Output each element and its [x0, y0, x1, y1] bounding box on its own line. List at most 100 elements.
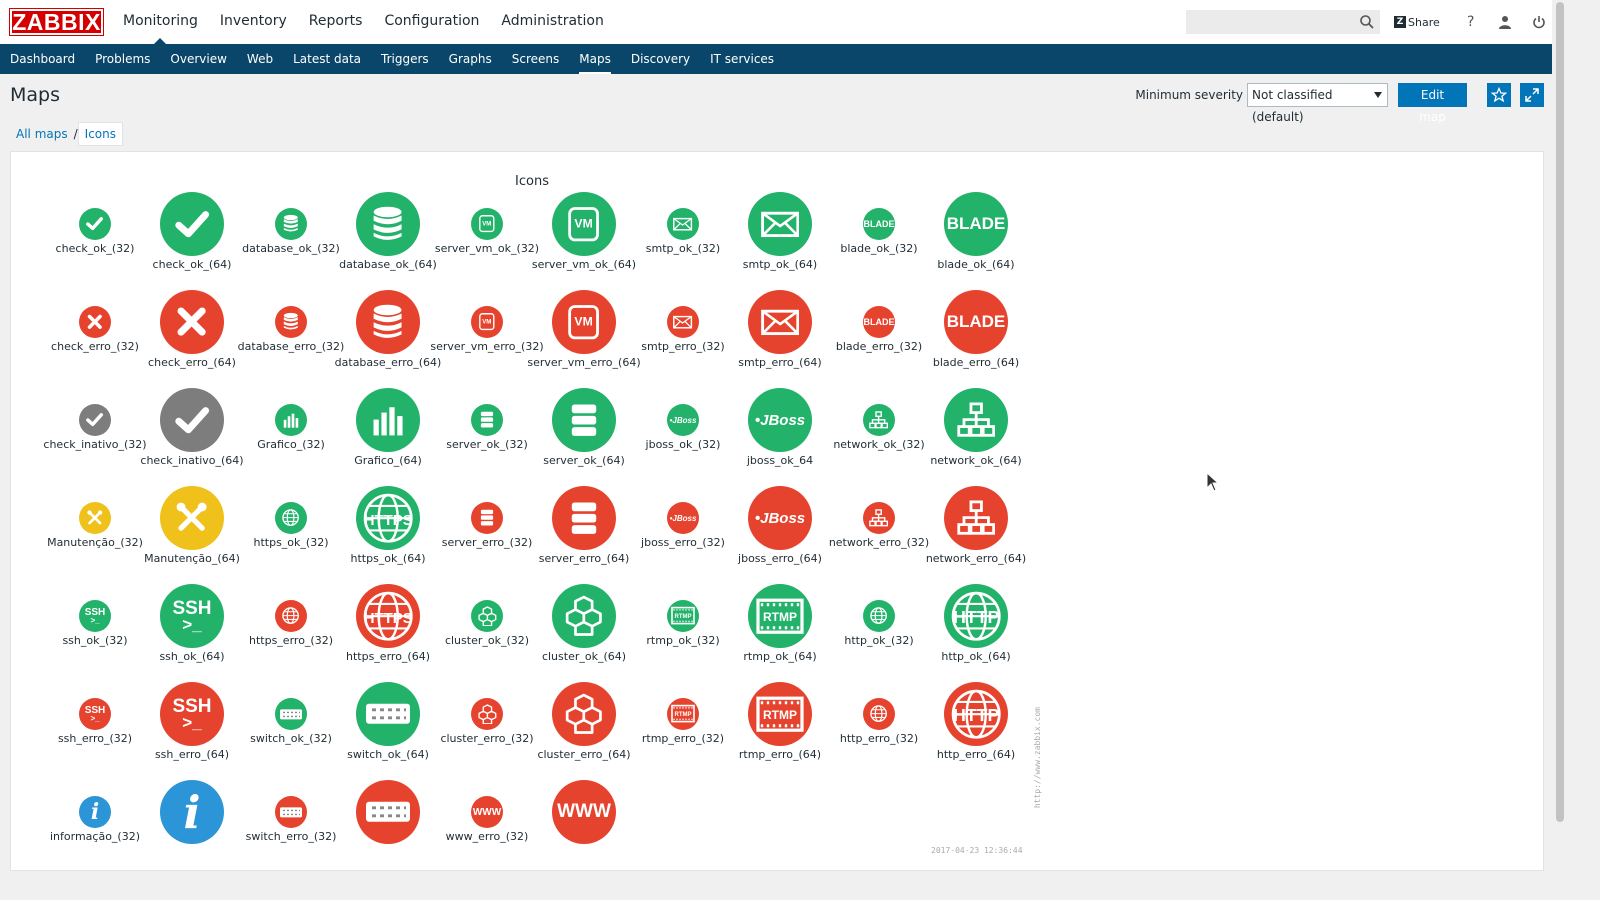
map-element-label: smtp_ok_(64) — [742, 258, 818, 271]
map-element-label: check_ok_(64) — [152, 258, 232, 271]
map-element-label: ssh_ok_(32) — [62, 634, 128, 647]
breadcrumb: All maps / Icons — [10, 122, 123, 146]
cluster-icon — [552, 682, 616, 746]
fullscreen-button[interactable] — [1520, 83, 1544, 107]
database-icon — [356, 192, 420, 256]
map-element-label: smtp_erro_(64) — [738, 356, 822, 369]
search-icon[interactable] — [1359, 14, 1375, 30]
menu-configuration[interactable]: Configuration — [373, 0, 490, 44]
rtmp-icon: RTMP — [748, 682, 812, 746]
rtmp-icon: RTMP — [667, 698, 699, 730]
menu-administration[interactable]: Administration — [490, 0, 614, 44]
menu-inventory[interactable]: Inventory — [209, 0, 298, 44]
submenu-dashboard[interactable]: Dashboard — [0, 44, 85, 74]
svg-text:HTTPS: HTTPS — [364, 512, 413, 529]
vm-icon: VM — [552, 290, 616, 354]
svg-text:VM: VM — [482, 319, 491, 326]
map-element-label: jboss_erro_(64) — [738, 552, 822, 565]
switch-icon — [356, 682, 420, 746]
map-element-label: rtmp_ok_(32) — [646, 634, 720, 647]
help-icon[interactable]: ? — [1454, 0, 1488, 44]
map-element[interactable]: HTTP http_erro_(64) — [906, 682, 1046, 761]
map-element-label: switch_ok_(64) — [347, 748, 429, 761]
mouse-cursor-icon — [1206, 472, 1220, 492]
network-icon — [944, 388, 1008, 452]
map-watermark: http://www.zabbix.com — [1033, 707, 1042, 809]
info-icon: i — [79, 796, 111, 828]
envelope-icon — [667, 306, 699, 338]
map-element-label: rtmp_erro_(64) — [738, 748, 822, 761]
map-element-label: network_ok_(64) — [930, 454, 1022, 467]
map-timestamp: 2017-04-23 12:36:44 — [931, 846, 1023, 855]
submenu-overview[interactable]: Overview — [160, 44, 237, 74]
map-element-label: https_erro_(64) — [346, 650, 430, 663]
map-element[interactable]: WWW — [514, 780, 654, 844]
svg-text:RTMP: RTMP — [763, 708, 797, 722]
map-element-label: ssh_ok_(64) — [159, 650, 225, 663]
ssh-icon: SSH >_ — [160, 584, 224, 648]
menu-monitoring[interactable]: Monitoring — [112, 0, 209, 44]
map-element-label: database_ok_(64) — [339, 258, 437, 271]
server-icon — [552, 388, 616, 452]
submenu-it-services[interactable]: IT services — [700, 44, 784, 74]
submenu-problems[interactable]: Problems — [85, 44, 160, 74]
map-element-label: http_ok_(64) — [941, 650, 1011, 663]
sub-menu: Dashboard Problems Overview Web Latest d… — [0, 44, 1552, 74]
rtmp-icon: RTMP — [748, 584, 812, 648]
submenu-discovery[interactable]: Discovery — [621, 44, 700, 74]
submenu-screens[interactable]: Screens — [502, 44, 570, 74]
submenu-web[interactable]: Web — [237, 44, 283, 74]
database-icon — [356, 290, 420, 354]
jboss-icon: •JBoss — [667, 502, 699, 534]
ssh-icon: SSH >_ — [79, 600, 111, 632]
search-input[interactable] — [1187, 11, 1357, 33]
jboss-icon: •JBoss — [748, 388, 812, 452]
search-box — [1186, 10, 1380, 34]
network-icon — [863, 404, 895, 436]
map-element-label: ssh_erro_(32) — [57, 732, 133, 745]
map-element-label: check_erro_(64) — [148, 356, 236, 369]
globe-icon — [863, 600, 895, 632]
envelope-icon — [667, 208, 699, 240]
server-icon — [471, 404, 503, 436]
map-element-label: http_erro_(64) — [936, 748, 1016, 761]
page-scrollbar[interactable] — [1552, 0, 1568, 900]
zabbix-share-icon: Z — [1394, 16, 1406, 28]
database-icon — [275, 208, 307, 240]
svg-text:HTTP: HTTP — [953, 607, 999, 627]
http-icon: HTTP — [944, 584, 1008, 648]
breadcrumb-current-map[interactable]: Icons — [77, 122, 123, 146]
submenu-triggers[interactable]: Triggers — [371, 44, 439, 74]
menu-reports[interactable]: Reports — [298, 0, 374, 44]
map-element[interactable]: BLADE blade_ok_(64) — [906, 192, 1046, 271]
map-element[interactable]: network_ok_(64) — [906, 388, 1046, 467]
star-icon — [1491, 87, 1507, 103]
min-severity-select[interactable]: Not classified (default) — [1247, 83, 1388, 124]
page-title: Maps — [10, 84, 60, 106]
zabbix-logo[interactable]: ZABBIX — [10, 9, 103, 35]
map-element-label: https_ok_(64) — [350, 552, 426, 565]
page-controls: Minimum severity Not classified (default… — [1135, 83, 1544, 124]
submenu-latest-data[interactable]: Latest data — [283, 44, 371, 74]
map-element-label: blade_erro_(64) — [932, 356, 1020, 369]
bar-chart-icon — [275, 404, 307, 436]
map-element[interactable]: network_erro_(64) — [906, 486, 1046, 565]
map-element[interactable]: HTTP http_ok_(64) — [906, 584, 1046, 663]
scrollbar-thumb[interactable] — [1556, 2, 1564, 822]
breadcrumb-all-maps[interactable]: All maps — [10, 123, 74, 145]
edit-map-button[interactable]: Edit map — [1398, 83, 1467, 124]
map-element-label: server_ok_(64) — [543, 454, 625, 467]
sign-out-icon[interactable] — [1522, 0, 1556, 44]
add-to-favourites-button[interactable] — [1487, 83, 1511, 107]
blade-icon: BLADE — [863, 208, 895, 240]
globe-icon — [275, 600, 307, 632]
rtmp-icon: RTMP — [667, 600, 699, 632]
map-element[interactable]: BLADE blade_erro_(64) — [906, 290, 1046, 369]
cluster-icon — [552, 584, 616, 648]
user-profile-icon[interactable] — [1488, 0, 1522, 44]
submenu-maps[interactable]: Maps — [569, 44, 621, 74]
share-button[interactable]: Z Share — [1394, 16, 1440, 29]
submenu-graphs[interactable]: Graphs — [439, 44, 502, 74]
map-element-label: server_vm_ok_(64) — [531, 258, 637, 271]
envelope-icon — [748, 192, 812, 256]
